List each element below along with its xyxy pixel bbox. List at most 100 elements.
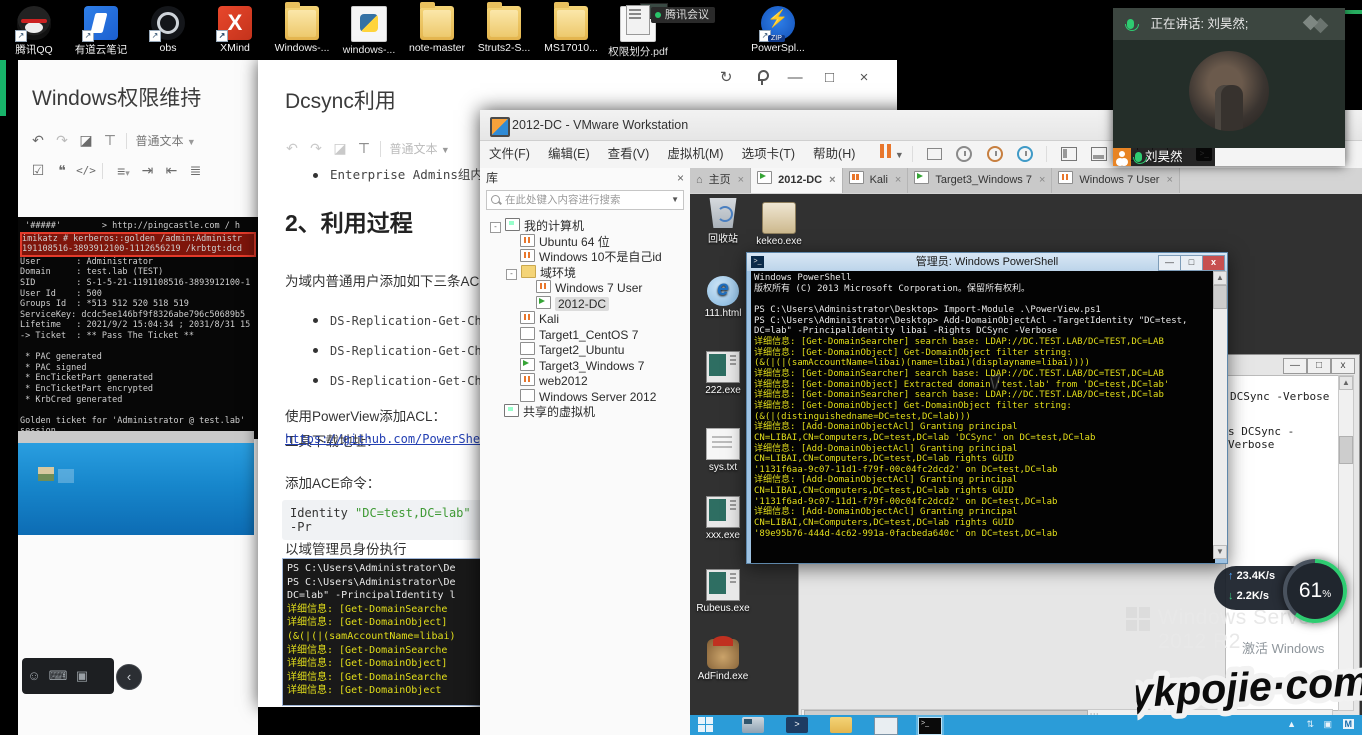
- library-search[interactable]: 在此处键入内容进行搜索 ▼: [486, 190, 684, 210]
- fullscreen-icon[interactable]: ▣: [70, 658, 94, 694]
- tab-Target3_Windows 7[interactable]: Target3_Windows 7×: [908, 168, 1052, 193]
- undo-icon[interactable]: ↶: [280, 140, 304, 157]
- tree-item-Target1_CentOS 7[interactable]: Target1_CentOS 7: [484, 327, 690, 343]
- desktop-icon-有道云笔记[interactable]: ↗有道云笔记: [69, 6, 133, 57]
- tab-close-icon[interactable]: ×: [1039, 174, 1045, 186]
- tab-close-icon[interactable]: ×: [895, 174, 901, 186]
- desktop-icon-Windows-...[interactable]: Windows-...: [270, 6, 334, 54]
- outdent-icon[interactable]: ⇤: [159, 162, 183, 179]
- maximize-icon[interactable]: □: [815, 69, 845, 86]
- tree-item-Kali[interactable]: Kali: [484, 311, 690, 327]
- desktop-icon-MS17010...[interactable]: MS17010...: [539, 6, 603, 54]
- meeting-badge[interactable]: 腾讯会议: [651, 7, 715, 23]
- close-icon[interactable]: ×: [849, 69, 879, 86]
- app-icon[interactable]: [874, 717, 898, 735]
- minimize-icon[interactable]: —: [1283, 358, 1307, 374]
- desktop-icon-XMind[interactable]: X↗XMind: [203, 6, 267, 54]
- pause-vm-icon[interactable]: [879, 144, 893, 163]
- minimize-icon[interactable]: —: [1158, 255, 1181, 271]
- tab-close-icon[interactable]: ×: [1166, 174, 1172, 186]
- desktop-icon-PowerSpl...[interactable]: ↗PowerSpl...: [746, 6, 810, 54]
- expander-icon[interactable]: -: [506, 269, 517, 280]
- tree-item-Ubuntu 64 位[interactable]: Ubuntu 64 位: [484, 234, 690, 250]
- desktop-icon-note-master[interactable]: note-master: [405, 6, 469, 54]
- tab-主页[interactable]: ⌂主页×: [690, 168, 751, 193]
- quote-icon[interactable]: ❝: [50, 162, 74, 179]
- start-button[interactable]: [698, 717, 720, 733]
- tab-2012-DC[interactable]: 2012-DC×: [751, 168, 842, 193]
- expander-icon[interactable]: -: [490, 222, 501, 233]
- eraser-icon[interactable]: ◪: [328, 140, 352, 157]
- powershell-window[interactable]: >_ 管理员: Windows PowerShell — □ x Windows…: [746, 252, 1228, 564]
- guest-icon-AdFind.exe[interactable]: AdFind.exe: [692, 639, 754, 682]
- keyboard-icon[interactable]: ⌨: [46, 658, 70, 694]
- format-painter-icon[interactable]: ⊤: [98, 132, 122, 149]
- guest-icon-Rubeus.exe[interactable]: Rubeus.exe: [692, 569, 754, 614]
- collapse-back-button[interactable]: ‹: [116, 664, 142, 690]
- explorer-icon[interactable]: [830, 717, 852, 733]
- code-icon[interactable]: </>: [74, 164, 98, 177]
- tree-item-2012-DC[interactable]: 2012-DC: [484, 296, 690, 312]
- scroll-thumb[interactable]: [1213, 285, 1227, 309]
- desktop-icon-windows-...[interactable]: windows-...: [337, 6, 401, 56]
- menu-编辑(E)[interactable]: 编辑(E): [539, 141, 599, 168]
- scroll-up-icon[interactable]: ▲: [1213, 271, 1227, 285]
- tree-item-Target3_Windows 7[interactable]: Target3_Windows 7: [484, 358, 690, 374]
- tree-item-我的计算机[interactable]: -我的计算机: [484, 218, 690, 234]
- desktop-icon-Struts2-S...[interactable]: Struts2-S...: [472, 6, 536, 54]
- library-close-icon[interactable]: ×: [677, 168, 684, 188]
- menu-虚拟机(M)[interactable]: 虚拟机(M): [658, 141, 732, 168]
- guest-icon-回收站[interactable]: 回收站: [692, 198, 754, 245]
- undo-icon[interactable]: ↶: [26, 132, 50, 149]
- pin-icon[interactable]: [746, 68, 776, 86]
- manage-snapshot-icon[interactable]: [1017, 146, 1033, 162]
- scroll-up-icon[interactable]: ▲: [1339, 376, 1353, 390]
- tab-close-icon[interactable]: ×: [738, 174, 744, 186]
- checkbox-icon[interactable]: ☑: [26, 162, 50, 179]
- tab-Kali[interactable]: Kali×: [843, 168, 909, 193]
- align-icon[interactable]: ≡▾: [111, 163, 135, 179]
- desktop-icon-obs[interactable]: ↗obs: [136, 6, 200, 54]
- maximize-icon[interactable]: □: [1307, 358, 1331, 374]
- powershell-taskbar-icon[interactable]: >: [786, 717, 808, 733]
- line-height-icon[interactable]: ≣: [183, 162, 207, 179]
- menu-查看(V)[interactable]: 查看(V): [599, 141, 659, 168]
- guest-icon-222.exe[interactable]: 222.exe: [692, 351, 754, 396]
- tree-item-Windows 7 User[interactable]: Windows 7 User: [484, 280, 690, 296]
- revert-snapshot-icon[interactable]: [987, 146, 1003, 162]
- eraser-icon[interactable]: ◪: [74, 132, 98, 149]
- menu-选项卡(T)[interactable]: 选项卡(T): [733, 141, 804, 168]
- show-thumbnail-bar-icon[interactable]: [1091, 147, 1107, 161]
- powershell-titlebar[interactable]: >_ 管理员: Windows PowerShell — □ x: [747, 253, 1227, 271]
- tree-item-Target2_Ubuntu[interactable]: Target2_Ubuntu: [484, 342, 690, 358]
- powershell-scrollbar[interactable]: ▲ ▼: [1213, 271, 1227, 559]
- document-icon[interactable]: [626, 5, 650, 35]
- tree-item-Windows Server 2012[interactable]: Windows Server 2012: [484, 389, 690, 405]
- meeting-video[interactable]: [1113, 40, 1345, 148]
- resource-ring[interactable]: 61%: [1283, 559, 1347, 623]
- guest-icon-kekeo[interactable]: kekeo.exe: [748, 202, 810, 247]
- redo-icon[interactable]: ↷: [50, 132, 74, 149]
- style-select[interactable]: 普通文本 ▼: [135, 132, 195, 149]
- minimize-icon[interactable]: —: [780, 69, 810, 86]
- snapshot-icon[interactable]: [956, 146, 972, 162]
- guest-icon-sys.txt[interactable]: sys.txt: [692, 428, 754, 473]
- show-library-icon[interactable]: [1061, 147, 1077, 161]
- emoji-icon[interactable]: ☺: [22, 658, 46, 694]
- tree-item-Windows 10不是自己id[interactable]: Windows 10不是自己id: [484, 249, 690, 265]
- maximize-icon[interactable]: □: [1180, 255, 1203, 271]
- console-taskbar-icon[interactable]: [918, 717, 942, 735]
- guest-icon-xxx.exe[interactable]: xxx.exe: [692, 496, 754, 541]
- close-icon[interactable]: x: [1331, 358, 1355, 374]
- tree-item-域环境[interactable]: -域环境: [484, 265, 690, 281]
- github-link[interactable]: https://github.com/PowerShellMa: [285, 432, 509, 446]
- close-icon[interactable]: x: [1202, 255, 1225, 271]
- redo-icon[interactable]: ↷: [304, 140, 328, 157]
- refresh-icon[interactable]: ↻: [711, 68, 741, 86]
- send-ctrl-alt-del-icon[interactable]: [927, 148, 942, 160]
- menu-文件(F)[interactable]: 文件(F): [480, 141, 539, 168]
- indent-icon[interactable]: ⇥: [135, 162, 159, 179]
- tab-Windows 7 User[interactable]: Windows 7 User×: [1052, 168, 1180, 193]
- scroll-down-icon[interactable]: ▼: [1213, 545, 1227, 559]
- tab-close-icon[interactable]: ×: [829, 174, 835, 186]
